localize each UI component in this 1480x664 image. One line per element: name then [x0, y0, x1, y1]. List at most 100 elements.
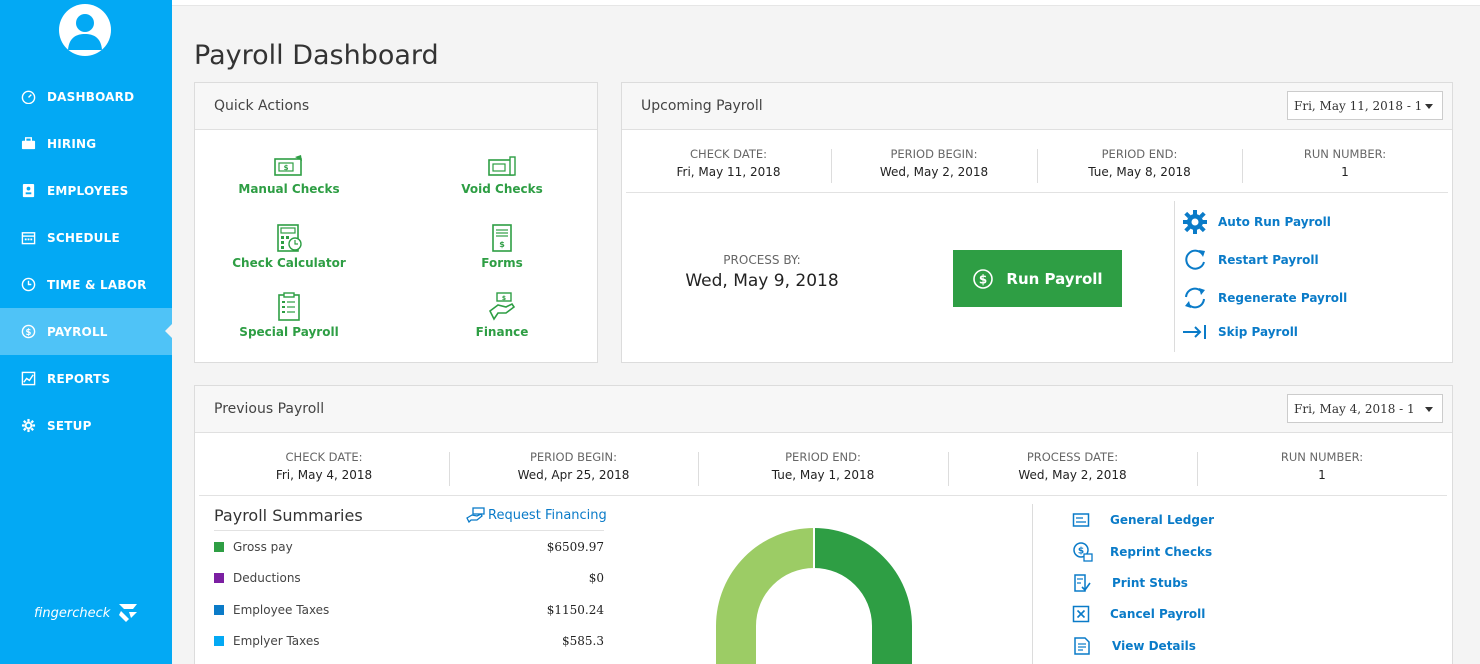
- previous-run-number: RUN NUMBER: 1: [1197, 450, 1447, 486]
- sidebar-item-label: TIME & LABOR: [47, 277, 147, 292]
- upcoming-payroll-title: Upcoming Payroll: [641, 98, 763, 114]
- previous-payroll-title: Previous Payroll: [214, 401, 325, 417]
- refresh-icon: [1185, 287, 1205, 309]
- previous-payroll-select[interactable]: Fri, May 4, 2018 - 1: [1287, 394, 1443, 423]
- dollar-circle-icon: $: [973, 268, 994, 289]
- previous-payroll-select-value: Fri, May 4, 2018 - 1: [1294, 401, 1415, 416]
- legend-swatch: [214, 636, 224, 646]
- previous-period-begin: PERIOD BEGIN: Wed, Apr 25, 2018: [449, 450, 698, 486]
- summary-label: Deductions: [233, 571, 301, 585]
- check-calculator-button[interactable]: Check Calculator: [219, 222, 359, 270]
- print-stubs-label: Print Stubs: [1112, 576, 1188, 590]
- forms-button[interactable]: $ Forms: [432, 222, 572, 270]
- gear-icon: [1183, 210, 1207, 234]
- divider: [199, 495, 1447, 496]
- summary-row-employer-taxes: Emplyer Taxes $585.3: [214, 634, 604, 648]
- sidebar-item-label: HIRING: [47, 136, 97, 151]
- quick-actions-title: Quick Actions: [214, 98, 310, 114]
- clipboard-icon: [278, 292, 300, 321]
- summary-label: Employee Taxes: [233, 603, 330, 617]
- reprint-checks-label: Reprint Checks: [1110, 545, 1213, 559]
- manual-checks-icon: $: [274, 155, 302, 176]
- sidebar-item-label: EMPLOYEES: [47, 183, 129, 198]
- payroll-donut-chart: [716, 528, 912, 664]
- summary-row-employee-taxes: Employee Taxes $1150.24: [214, 603, 604, 617]
- previous-payroll-header: Previous Payroll Fri, May 4, 2018 - 1: [195, 386, 1452, 433]
- process-by-date: Wed, May 9, 2018: [685, 271, 839, 291]
- sidebar-item-dashboard[interactable]: DASHBOARD: [0, 73, 172, 120]
- chevron-down-icon: [1425, 407, 1433, 412]
- previous-period-end: PERIOD END: Tue, May 1, 2018: [698, 450, 948, 486]
- general-ledger-link[interactable]: General Ledger: [1072, 511, 1214, 529]
- reprint-checks-link[interactable]: $ Reprint Checks: [1072, 541, 1212, 563]
- donut-segment-green: [814, 528, 912, 664]
- payroll-summaries-title: Payroll Summaries: [214, 506, 363, 525]
- divider: [626, 192, 1448, 193]
- legend-swatch: [214, 573, 224, 583]
- user-icon: [68, 14, 102, 50]
- restart-payroll-link[interactable]: Restart Payroll: [1182, 247, 1319, 273]
- sidebar-item-setup[interactable]: SETUP: [0, 402, 172, 449]
- void-checks-icon: [488, 156, 516, 176]
- special-payroll-button[interactable]: Special Payroll: [219, 291, 359, 339]
- page-title: Payroll Dashboard: [194, 40, 439, 71]
- clock-icon: [20, 277, 36, 293]
- request-financing-link[interactable]: Request Financing: [466, 507, 607, 523]
- sidebar: DASHBOARD HIRING EMPLOYEES SCHEDULE TIME…: [0, 0, 172, 664]
- view-details-link[interactable]: View Details: [1072, 636, 1196, 656]
- sidebar-item-hiring[interactable]: HIRING: [0, 120, 172, 167]
- skip-payroll-label: Skip Payroll: [1218, 325, 1298, 339]
- auto-run-payroll-link[interactable]: Auto Run Payroll: [1182, 209, 1331, 235]
- process-by-label: PROCESS BY:: [723, 253, 801, 267]
- manual-checks-button[interactable]: $ Manual Checks: [219, 154, 359, 196]
- regenerate-payroll-link[interactable]: Regenerate Payroll: [1182, 285, 1347, 311]
- sidebar-item-payroll[interactable]: $ PAYROLL: [0, 308, 172, 355]
- svg-text:$: $: [284, 164, 289, 172]
- special-payroll-label: Special Payroll: [239, 325, 339, 339]
- void-checks-label: Void Checks: [461, 182, 543, 196]
- void-checks-button[interactable]: Void Checks: [432, 154, 572, 196]
- sidebar-item-label: SCHEDULE: [47, 230, 120, 245]
- details-icon: [1074, 637, 1090, 655]
- gear-icon: [20, 418, 36, 434]
- summary-row-deductions: Deductions $0: [214, 571, 604, 585]
- upcoming-period-begin: PERIOD BEGIN: Wed, May 2, 2018: [831, 147, 1037, 183]
- sidebar-item-label: SETUP: [47, 418, 92, 433]
- finance-label: Finance: [475, 325, 529, 339]
- financing-icon: [466, 507, 485, 523]
- chevron-down-icon: [1425, 104, 1433, 109]
- cancel-payroll-link[interactable]: Cancel Payroll: [1072, 605, 1205, 623]
- cancel-icon: [1072, 605, 1090, 623]
- svg-text:$: $: [1078, 547, 1084, 557]
- run-payroll-button[interactable]: $ Run Payroll: [953, 250, 1122, 307]
- divider: [1174, 201, 1175, 352]
- sidebar-item-employees[interactable]: EMPLOYEES: [0, 167, 172, 214]
- run-payroll-label: Run Payroll: [1006, 269, 1103, 288]
- finance-button[interactable]: $ Finance: [432, 291, 572, 339]
- sidebar-item-time-labor[interactable]: TIME & LABOR: [0, 261, 172, 308]
- sidebar-item-schedule[interactable]: SCHEDULE: [0, 214, 172, 261]
- svg-text:$: $: [502, 295, 506, 302]
- summary-label: Gross pay: [233, 540, 293, 554]
- sidebar-item-reports[interactable]: REPORTS: [0, 355, 172, 402]
- svg-text:$: $: [499, 240, 505, 249]
- general-ledger-label: General Ledger: [1110, 513, 1214, 527]
- print-stubs-link[interactable]: Print Stubs: [1072, 573, 1188, 593]
- restart-icon: [1185, 249, 1205, 270]
- chart-icon: [20, 371, 36, 387]
- upcoming-payroll-select[interactable]: Fri, May 11, 2018 - 1: [1287, 91, 1443, 120]
- skip-payroll-link[interactable]: Skip Payroll: [1182, 322, 1298, 342]
- summary-row-gross-pay: Gross pay $6509.97: [214, 540, 604, 554]
- summary-amount: $0: [588, 571, 604, 585]
- forms-icon: $: [492, 224, 512, 252]
- svg-text:$: $: [25, 327, 31, 337]
- skip-icon: [1183, 325, 1206, 339]
- request-financing-label: Request Financing: [488, 507, 607, 523]
- quick-actions-header: Quick Actions: [195, 83, 597, 130]
- avatar[interactable]: [59, 4, 111, 56]
- auto-run-payroll-label: Auto Run Payroll: [1218, 215, 1331, 229]
- previous-info-row: CHECK DATE: Fri, May 4, 2018 PERIOD BEGI…: [199, 450, 1447, 486]
- summary-amount: $6509.97: [546, 540, 604, 554]
- sidebar-item-label: REPORTS: [47, 371, 111, 386]
- upcoming-payroll-header: Upcoming Payroll Fri, May 11, 2018 - 1: [622, 83, 1452, 130]
